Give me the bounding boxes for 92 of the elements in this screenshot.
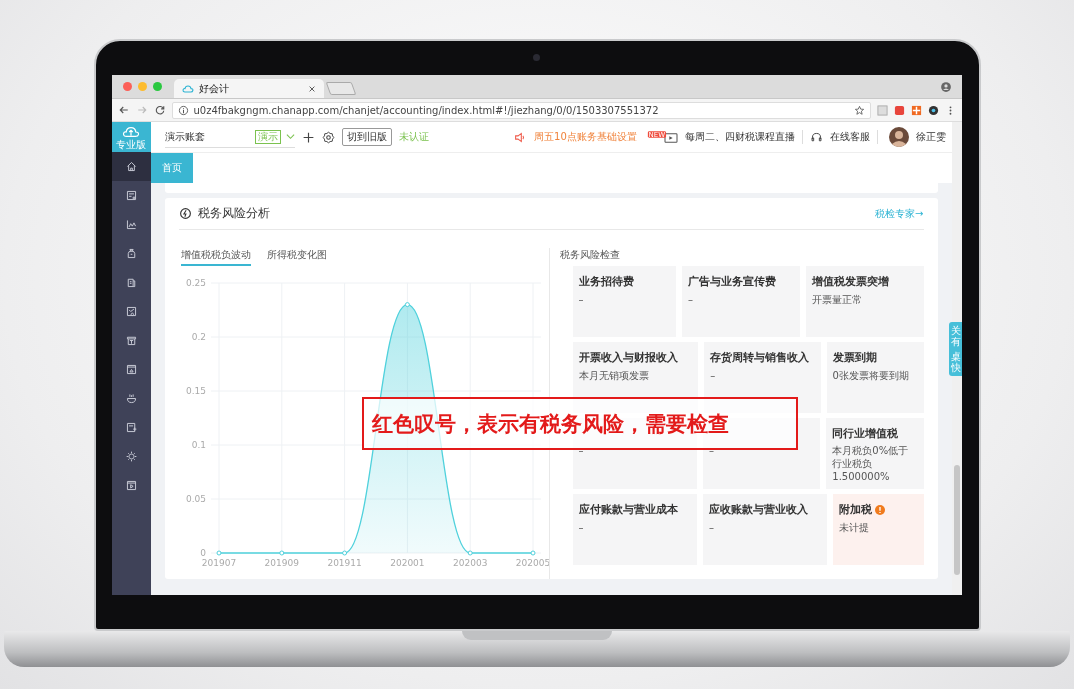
risk-title: 增值税发票突增 (812, 274, 890, 289)
back-icon[interactable] (117, 104, 130, 116)
data-point (467, 550, 473, 556)
data-point (404, 302, 410, 308)
x-axis-label: 202001 (389, 558, 425, 568)
settings-icon[interactable] (321, 130, 335, 144)
user-name[interactable]: 徐正雯 (915, 130, 946, 144)
tv-icon (663, 132, 678, 144)
address-field[interactable]: u0z4fbakgngm.chanapp.com/chanjet/accounting/index.html#!/jiezhang/0/0/1503307551372 (171, 101, 871, 119)
report-icon (124, 305, 138, 318)
risk-title: 业务招待费 (578, 274, 634, 289)
x-axis-label: 201911 (326, 558, 362, 568)
document-icon (124, 421, 138, 434)
star-icon[interactable] (853, 104, 865, 116)
section-title: 税务风险检查 (559, 248, 621, 262)
y-axis-label: 0.05 (185, 494, 206, 504)
risk-title: 附加税 (839, 502, 873, 517)
risk-title: 同行业增值税 (832, 425, 899, 441)
switch-version-button[interactable]: 切到旧版 (341, 128, 392, 146)
risk-value: 本月无销项发票 (578, 369, 650, 382)
exclamation-icon (875, 504, 886, 515)
window-icon (124, 363, 138, 376)
y-axis-label: 0.25 (185, 278, 206, 288)
camera-dot (533, 54, 540, 61)
risk-value: – (578, 293, 585, 306)
document-icon (124, 189, 138, 202)
line-chart-icon (124, 218, 138, 231)
x-axis-label: 201907 (201, 558, 236, 568)
profile-icon[interactable] (939, 80, 952, 93)
risk-title: 广告与业务宣传费 (687, 274, 776, 289)
bowl-icon (124, 392, 138, 405)
headset-icon (809, 130, 823, 144)
chart-tab[interactable]: 增值税税负波动 (180, 248, 251, 266)
tray-icon (124, 334, 138, 347)
play-icon (124, 479, 138, 492)
gear-icon (124, 450, 138, 463)
plus-icon[interactable] (301, 130, 315, 144)
y-axis-label: 0 (199, 548, 206, 558)
customer-service-link[interactable]: 在线客服 (829, 130, 870, 144)
risk-title: 发票到期 (832, 350, 877, 365)
side-tab-label: 关有 (949, 325, 961, 347)
cloud-icon (122, 124, 140, 139)
caret-icon (285, 132, 295, 141)
risk-value: 0张发票将要到期 (832, 369, 910, 382)
account-select[interactable]: 演示账套 演示 (164, 126, 295, 148)
risk-title: 存货周转与销售收入 (710, 350, 810, 365)
risk-value: 本月税负0%低于行业税负1.500000% (832, 444, 910, 483)
logo: 专业版 (111, 122, 151, 152)
y-axis-label: 0.15 (185, 386, 206, 396)
lightning-icon (178, 207, 192, 220)
risk-card[interactable]: 应付账款与营业成本 – (572, 494, 697, 565)
risk-value: 未计提 (839, 521, 871, 534)
reload-icon[interactable] (153, 104, 166, 116)
data-point (341, 550, 347, 556)
annotation-tooltip: 红色叹号，表示有税务风险，需要检查 (361, 397, 798, 450)
risk-card[interactable]: 发票到期 0张发票将要到期 (826, 342, 924, 413)
home-icon (124, 160, 138, 173)
browser-tab[interactable]: 好会计 (173, 79, 324, 98)
chart-tab[interactable]: 所得税变化图 (266, 248, 327, 266)
risk-card[interactable]: 附加税 未计提 (833, 494, 924, 565)
risk-card[interactable]: 广告与业务宣传费 – (681, 266, 801, 337)
data-point (278, 550, 284, 556)
side-tab-label: 桌快 (949, 351, 961, 373)
risk-card[interactable]: 业务招待费 – (572, 266, 676, 337)
cloud-icon (181, 82, 194, 95)
risk-title: 应付账款与营业成本 (578, 502, 678, 517)
risk-title: 应收账款与营业收入 (708, 502, 808, 517)
y-axis-label: 0.2 (191, 332, 206, 342)
close-icon[interactable] (307, 84, 316, 93)
live-course-link[interactable]: 每周二、四财税课程直播 (684, 130, 795, 144)
risk-value: – (710, 369, 717, 382)
risk-title: 开票收入与财报收入 (578, 350, 678, 365)
scrollbar[interactable] (951, 122, 962, 595)
info-icon[interactable] (177, 104, 189, 116)
risk-card[interactable]: 应收账款与营业收入 – (702, 494, 828, 565)
certification-status: 未认证 (398, 130, 429, 144)
data-point (530, 550, 535, 556)
risk-value: 开票量正常 (812, 293, 864, 306)
sidebar-item[interactable] (111, 152, 151, 181)
extension-icon[interactable] (927, 104, 939, 116)
x-axis-label: 202003 (452, 558, 487, 568)
x-axis-label: 201909 (264, 558, 299, 568)
x-axis-label: 202005 (515, 558, 549, 568)
data-point (216, 550, 221, 556)
risk-card[interactable]: 增值税发票突增 开票量正常 (806, 266, 924, 337)
risk-card[interactable]: 同行业增值税 本月税负0%低于行业税负1.500000% (826, 418, 924, 489)
risk-value: – (708, 521, 715, 534)
y-axis-label: 0.1 (191, 440, 206, 450)
risk-value: – (687, 293, 694, 306)
avatar[interactable] (888, 127, 909, 147)
risk-value: – (578, 521, 585, 534)
card-title: 税务风险分析 (197, 205, 270, 222)
